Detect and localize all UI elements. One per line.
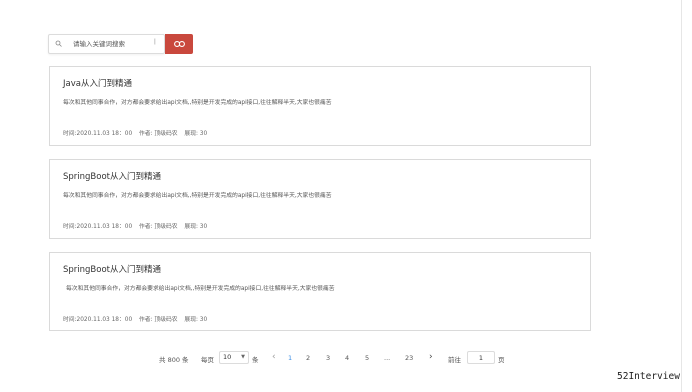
page-number[interactable]: 4 <box>345 354 349 362</box>
input-cursor-icon: ǀ <box>154 38 156 45</box>
search-box: ǀ <box>48 34 165 54</box>
article-card[interactable]: Java从入门到精通 每次和其他同事合作，对方都会要求给出api文档,,特别是开… <box>49 66 591 146</box>
article-meta: 时间:2020.11.03 18：00 作者: 顶级码农 展现: 30 <box>63 221 212 230</box>
goto-unit: 页 <box>498 356 505 364</box>
article-title[interactable]: Java从入门到精通 <box>63 77 132 89</box>
per-page-unit: 条 <box>252 356 259 364</box>
article-description: 每次和其他同事合作，对方都会要求给出api文档,,特别是开发完成的api接口,往… <box>63 100 332 106</box>
goto-label: 前往 <box>448 356 461 364</box>
article-title[interactable]: SpringBoot从入门到精通 <box>63 170 161 182</box>
watermark: 52Interview <box>617 371 680 382</box>
caret-down-icon: ▼ <box>241 354 245 360</box>
page-number[interactable]: 23 <box>405 354 413 362</box>
page-ellipsis[interactable]: ... <box>384 354 390 362</box>
article-meta: 时间:2020.11.03 18：00 作者: 顶级码农 展现: 30 <box>63 128 212 137</box>
article-author: 作者: 顶级码农 <box>138 131 178 137</box>
article-meta: 时间:2020.11.03 18：00 作者: 顶级码农 展现: 30 <box>63 314 212 323</box>
page-number[interactable]: 3 <box>326 354 330 362</box>
link-icon <box>173 41 185 47</box>
goto-page-input[interactable] <box>467 351 495 364</box>
article-views: 展现: 30 <box>184 131 208 137</box>
search-icon <box>55 40 62 47</box>
page-number[interactable]: 2 <box>306 354 310 362</box>
article-description: 每次和其他同事合作，对方都会要求给出api文档,,特别是开发完成的api接口,往… <box>66 286 335 292</box>
page-number[interactable]: 1 <box>288 354 292 362</box>
article-time: 时间:2020.11.03 18：00 <box>63 224 133 230</box>
search-button[interactable] <box>165 34 193 54</box>
article-card[interactable]: SpringBoot从入门到精通 每次和其他同事合作，对方都会要求给出api文档… <box>49 252 591 331</box>
per-page-label: 每页 <box>201 356 214 364</box>
article-description: 每次和其他同事合作，对方都会要求给出api文档,,特别是开发完成的api接口,往… <box>63 193 332 199</box>
article-author: 作者: 顶级码农 <box>138 317 178 323</box>
page-size-select[interactable]: 10 ▼ <box>219 351 249 364</box>
pagination: 共 800 条 每页 10 ▼ 条 ‹ 1 2 3 4 5 ... 23 › 前… <box>0 349 692 369</box>
article-title[interactable]: SpringBoot从入门到精通 <box>63 263 161 275</box>
page-number[interactable]: 5 <box>365 354 369 362</box>
next-page-icon[interactable]: › <box>429 352 433 362</box>
prev-page-icon[interactable]: ‹ <box>272 352 276 362</box>
article-time: 时间:2020.11.03 18：00 <box>63 317 133 323</box>
article-time: 时间:2020.11.03 18：00 <box>63 131 133 137</box>
page-size-value: 10 <box>223 353 232 361</box>
article-card[interactable]: SpringBoot从入门到精通 每次和其他同事合作，对方都会要求给出api文档… <box>49 159 591 239</box>
article-views: 展现: 30 <box>184 317 208 323</box>
pagination-total: 共 800 条 <box>159 356 189 364</box>
article-views: 展现: 30 <box>184 224 208 230</box>
search-input[interactable] <box>73 37 157 51</box>
page-scrollbar[interactable] <box>681 0 682 392</box>
article-author: 作者: 顶级码农 <box>138 224 178 230</box>
